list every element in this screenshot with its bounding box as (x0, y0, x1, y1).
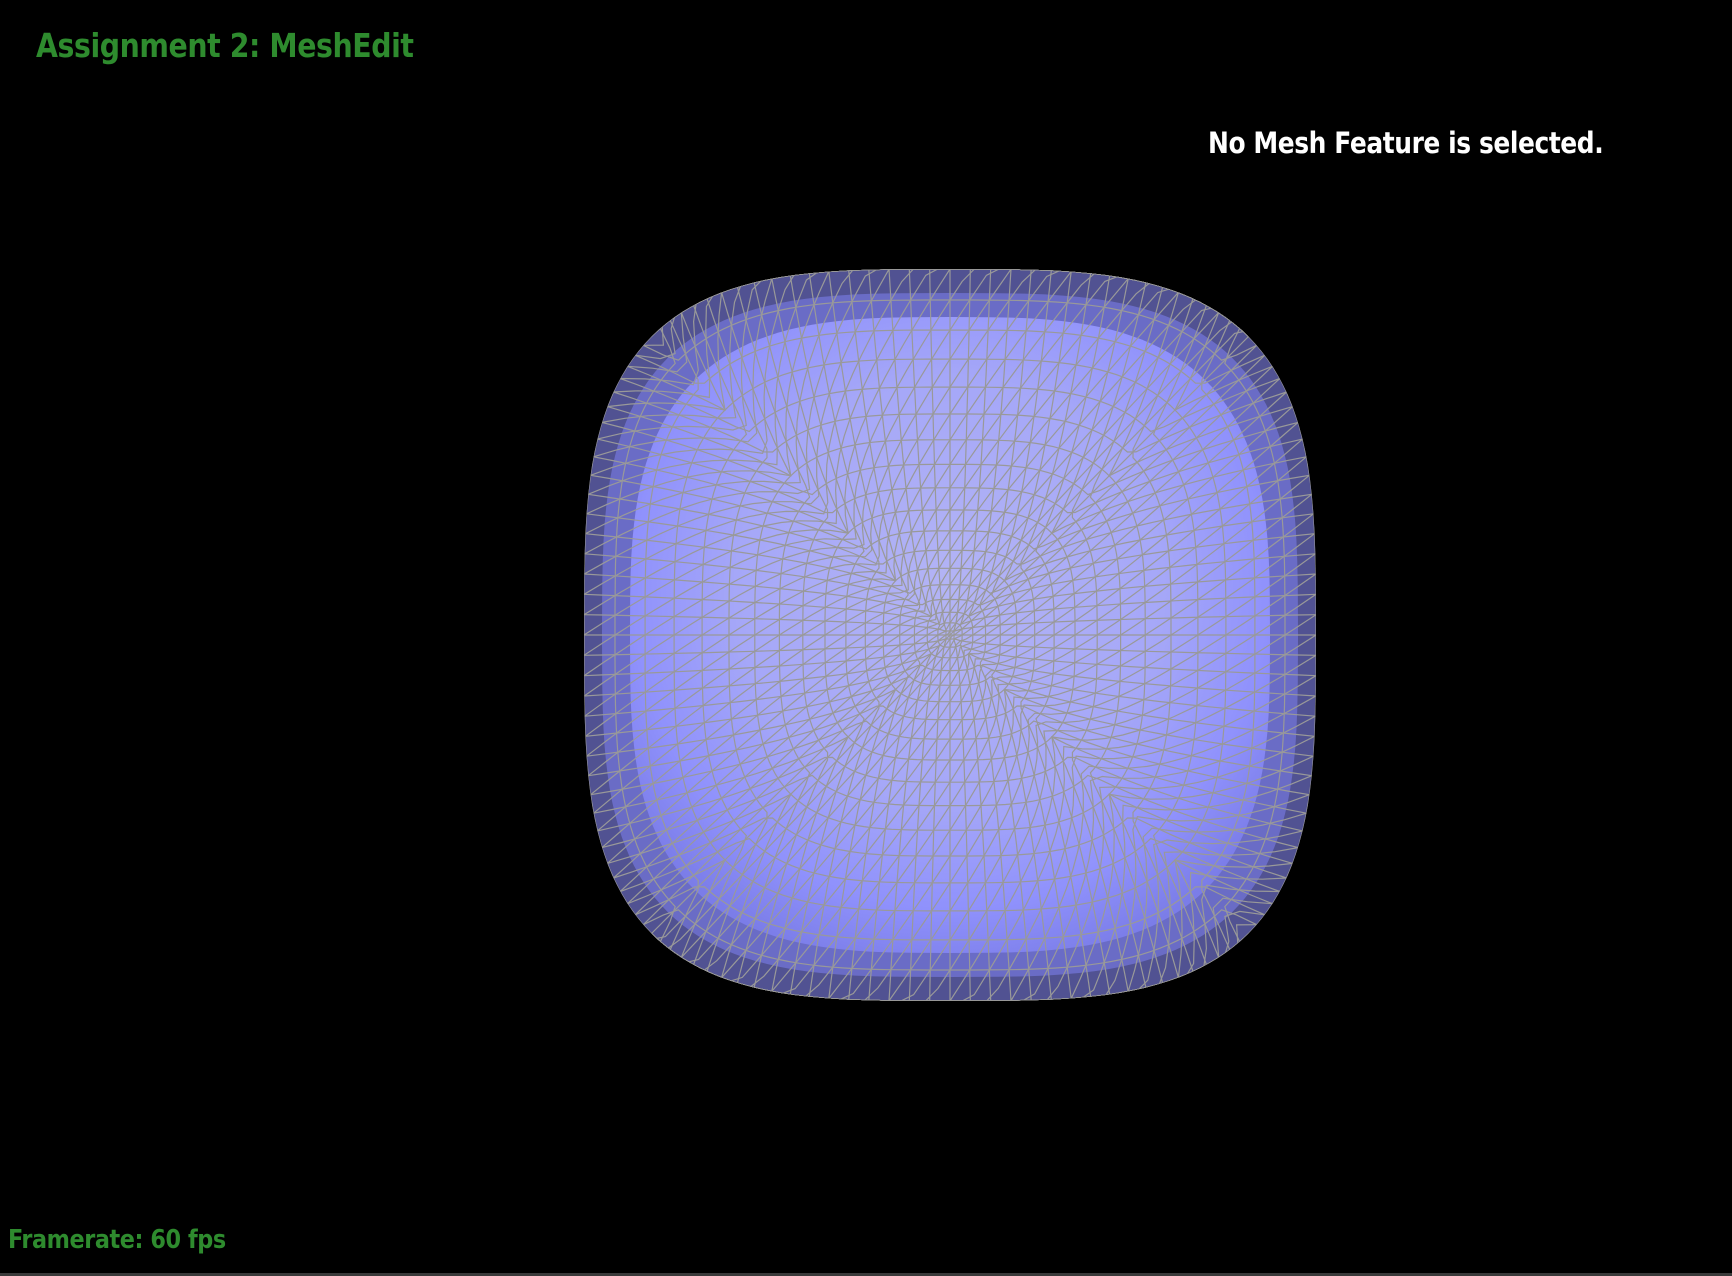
framerate-readout: Framerate: 60 fps (8, 1225, 226, 1255)
mesh-object[interactable] (584, 269, 1316, 1001)
mesh-render-canvas[interactable] (0, 0, 1732, 1276)
selection-status-text: No Mesh Feature is selected. (1208, 126, 1604, 160)
mesh-viewport[interactable]: Assignment 2: MeshEdit No Mesh Feature i… (0, 0, 1732, 1276)
app-title: Assignment 2: MeshEdit (36, 26, 414, 65)
